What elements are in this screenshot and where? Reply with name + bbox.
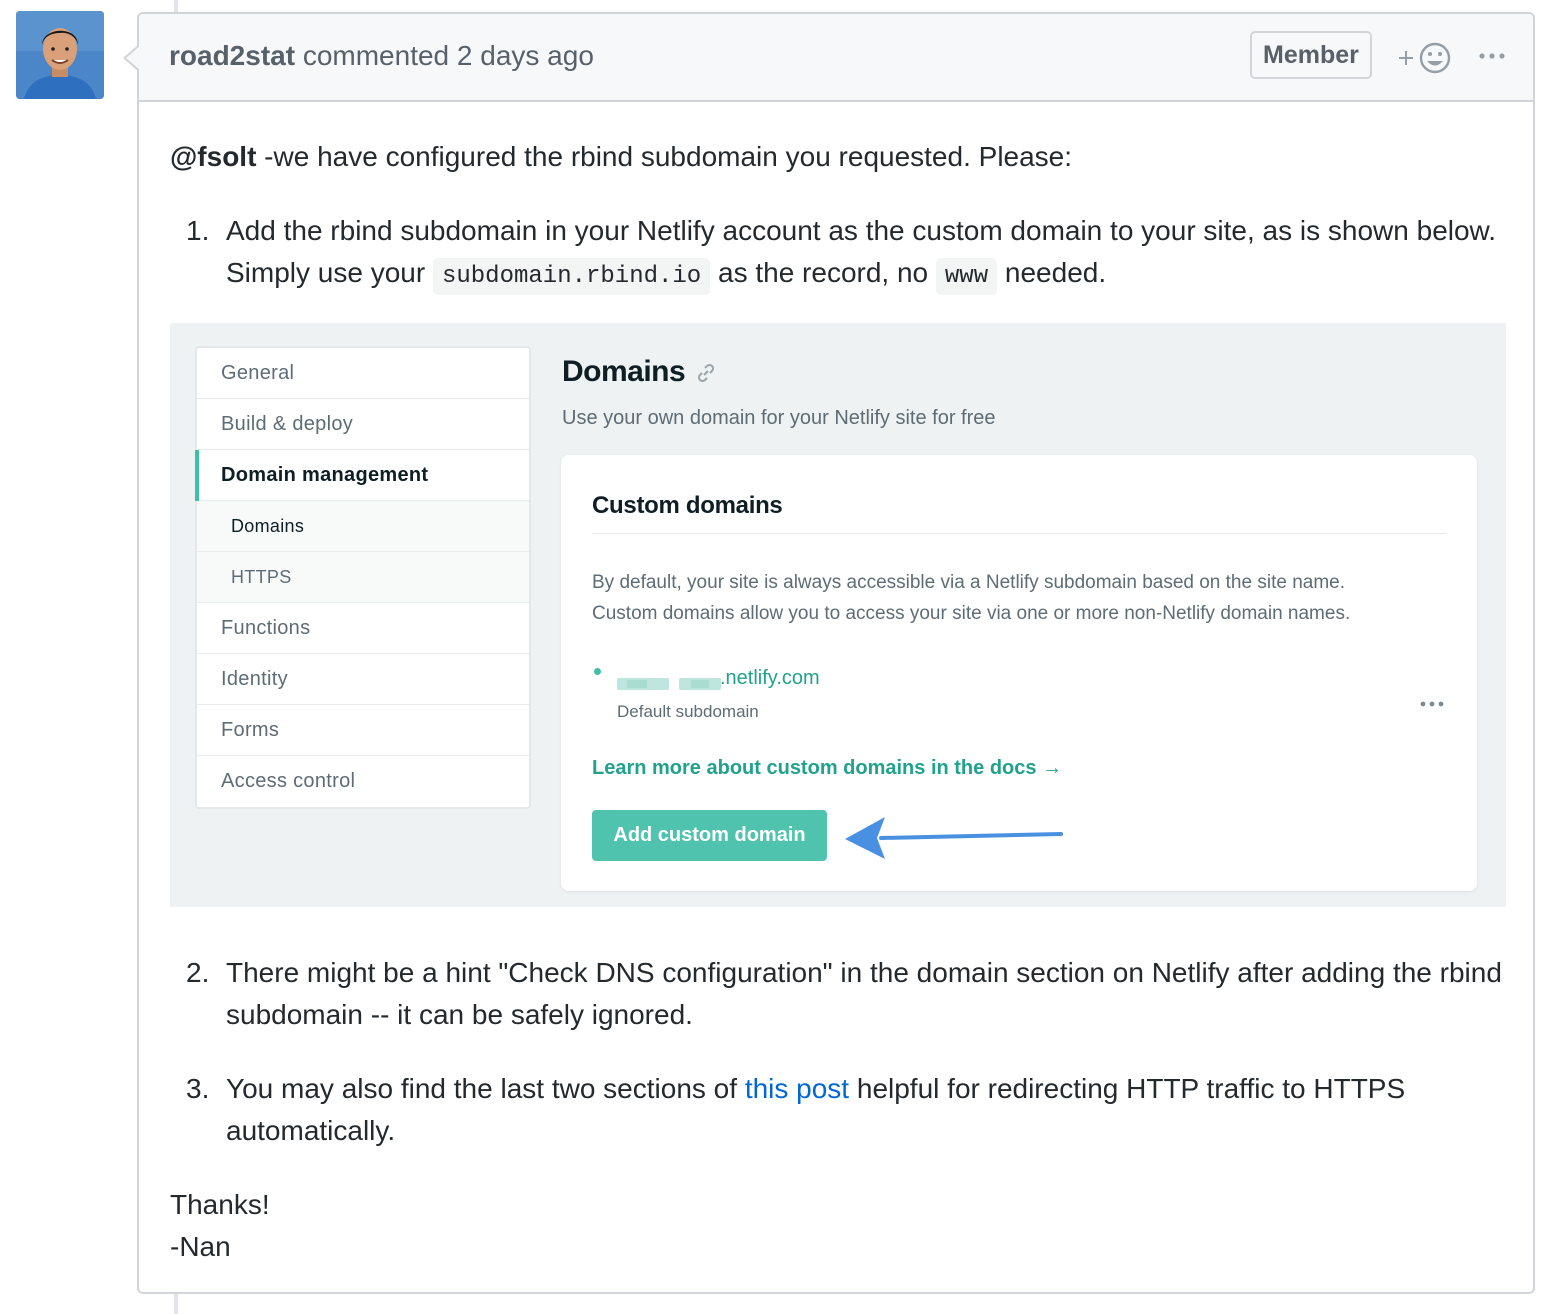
comment-action: commented [302, 40, 450, 71]
custom-domains-card: Custom domains By default, your site is … [561, 455, 1477, 891]
nav-item-domains: Domains [197, 501, 529, 552]
comment-box: road2stat commented 2 days ago Member @f… [123, 12, 1535, 1294]
add-reaction-button[interactable] [1397, 40, 1453, 76]
this-post-link[interactable]: this post [745, 1073, 849, 1104]
comment-time[interactable]: 2 days ago [457, 40, 594, 71]
list-number: 3. [186, 1073, 210, 1104]
more-options-button[interactable] [1477, 44, 1509, 68]
inline-code: subdomain.rbind.io [432, 258, 711, 295]
list-number: 2. [186, 957, 210, 988]
learn-more-text: Learn more about custom domains in the d… [592, 757, 1037, 779]
item1-text-b: as the record, no [710, 257, 936, 288]
divider [592, 533, 1446, 534]
arrow-right-icon: → [1042, 757, 1063, 779]
intro-text: -we have configured the rbind subdomain … [256, 141, 1073, 172]
list-number: 1. [186, 215, 210, 246]
author-link[interactable]: road2stat [169, 40, 295, 71]
default-domain-label: Default subdomain [617, 702, 759, 721]
nav-item-access-control: Access control [221, 770, 356, 792]
domain-options-icon [1419, 679, 1445, 707]
learn-more-link: Learn more about custom domains in the d… [592, 747, 1062, 789]
member-badge: Member [1250, 31, 1372, 79]
add-custom-domain-button: Add custom domain [592, 810, 827, 861]
nav-item-domain-management: Domain management [195, 450, 529, 501]
closing: Thanks! -Nan [170, 1184, 1500, 1268]
intro-paragraph: @fsolt -we have configured the rbind sub… [170, 136, 1072, 178]
domains-heading: Domains [562, 351, 717, 393]
smiley-icon [1399, 42, 1451, 74]
nav-item-general: General [197, 348, 529, 399]
link-icon [698, 364, 715, 383]
nav-item-functions: Functions [197, 603, 529, 654]
domains-title-text: Domains [562, 355, 686, 388]
thanks-text: Thanks! [170, 1189, 270, 1220]
nav-item-https: HTTPS [197, 552, 529, 603]
list-item-text: You may also find the last two sections … [226, 1068, 1506, 1152]
card-description: By default, your site is always accessib… [592, 567, 1452, 629]
item3-text-a: You may also find the last two sections … [226, 1073, 745, 1104]
user-mention[interactable]: @fsolt [170, 141, 256, 172]
netlify-screenshot: General Build & deploy Domain management… [170, 323, 1506, 907]
nav-item-forms: Forms [197, 705, 529, 756]
list-item-text: There might be a hint "Check DNS configu… [226, 957, 1502, 1030]
nav-item-build-deploy: Build & deploy [197, 399, 529, 450]
signature-text: -Nan [170, 1231, 231, 1262]
description-line-2: Custom domains allow you to access your … [592, 603, 1351, 624]
blurred-site-name [617, 663, 721, 690]
inline-code: www [935, 258, 998, 295]
item1-text-c: needed. [997, 257, 1107, 288]
settings-nav: General Build & deploy Domain management… [195, 346, 531, 809]
annotation-arrow-icon [845, 817, 1063, 859]
avatar-image [16, 11, 104, 99]
comment-header: road2stat commented 2 days ago Member [139, 14, 1533, 102]
bullet-dot [594, 668, 601, 675]
comment-meta: road2stat commented 2 days ago [169, 40, 594, 72]
list-item-text: Add the rbind subdomain in your Netlify … [226, 210, 1506, 298]
description-line-1: By default, your site is always accessib… [592, 572, 1345, 593]
ellipsis-icon [1479, 53, 1505, 59]
nav-item-identity: Identity [197, 654, 529, 705]
domains-subtitle: Use your own domain for your Netlify sit… [562, 407, 996, 429]
card-title: Custom domains [592, 492, 783, 519]
avatar[interactable] [16, 11, 104, 99]
